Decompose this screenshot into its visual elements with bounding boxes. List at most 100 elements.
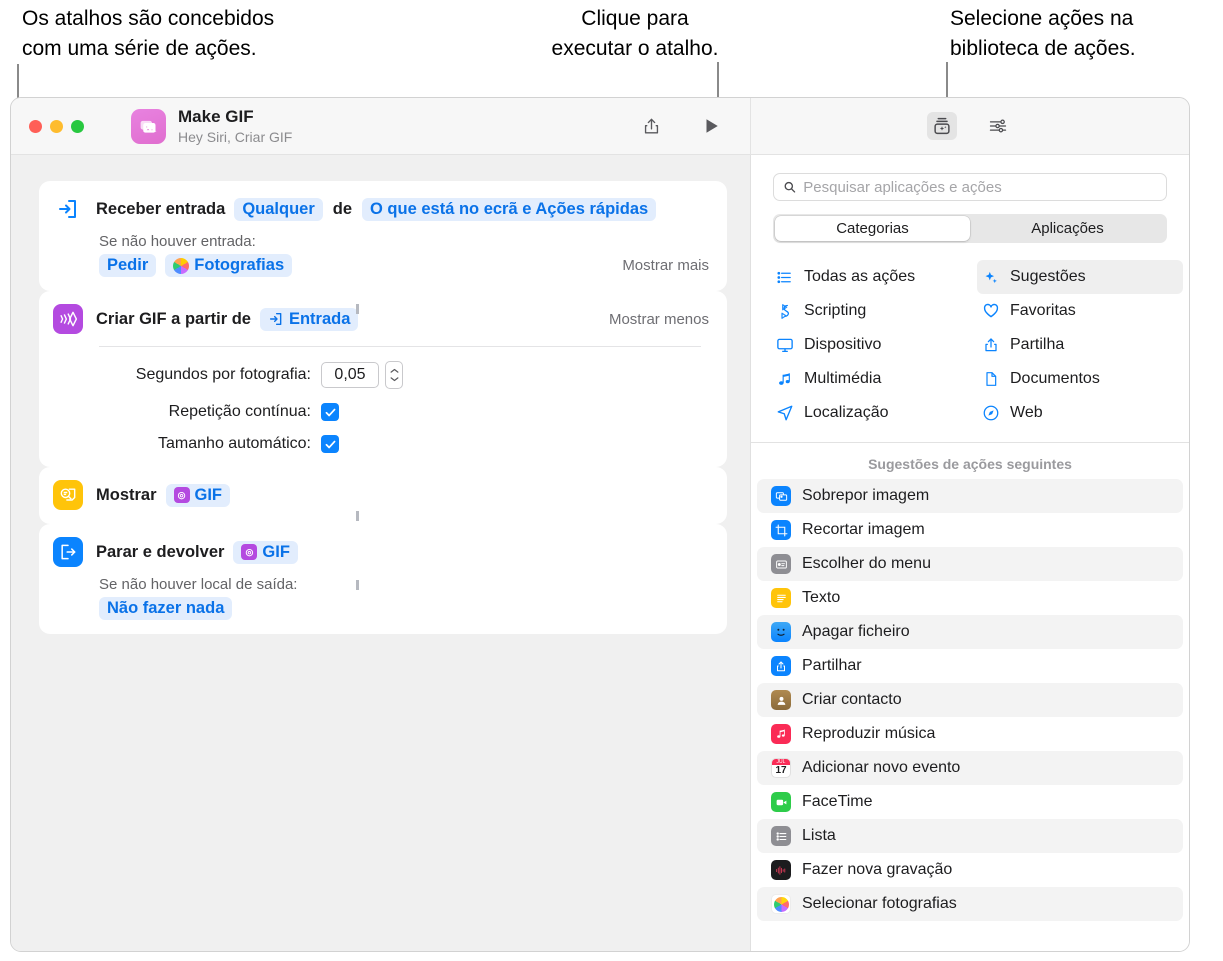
safari-compass-icon — [981, 404, 1000, 422]
window-titlebar: Make GIF Hey Siri, Criar GIF — [11, 98, 1189, 155]
action-card-make-gif[interactable]: Criar GIF a partir de Entrada Mostrar me… — [39, 291, 727, 467]
suggestion-sobrepor-imagem[interactable]: Sobrepor imagem — [757, 479, 1183, 513]
category-partilha[interactable]: Partilha — [977, 328, 1183, 362]
token-photos[interactable]: Fotografias — [165, 254, 292, 277]
suggestion-selecionar-fotografias[interactable]: Selecionar fotografias — [757, 887, 1183, 921]
category-favoritas[interactable]: Favoritas — [977, 294, 1183, 328]
suggestion-facetime[interactable]: FaceTime — [757, 785, 1183, 819]
document-icon — [981, 370, 1000, 388]
action-library-icon[interactable] — [927, 112, 957, 140]
category-label: Web — [1010, 404, 1043, 422]
auto-size-checkbox[interactable] — [321, 435, 339, 453]
token-input[interactable]: Entrada — [260, 308, 358, 331]
category-documentos[interactable]: Documentos — [977, 362, 1183, 396]
suggestion-adicionar-novo-evento[interactable]: JUL 17 Adicionar novo evento — [757, 751, 1183, 785]
token-input-type[interactable]: Qualquer — [234, 198, 322, 221]
field-label: Segundos por fotografia: — [61, 366, 311, 384]
suggestion-fazer-nova-gravacao[interactable]: Fazer nova gravação — [757, 853, 1183, 887]
suggestion-label: Escolher do menu — [802, 555, 931, 573]
library-segmented-control[interactable]: Categorias Aplicações — [773, 214, 1167, 243]
suggestion-label: Adicionar novo evento — [802, 759, 960, 777]
suggestion-recortar-imagem[interactable]: Recortar imagem — [757, 513, 1183, 547]
calendar-day: 17 — [775, 765, 786, 777]
suggestion-texto[interactable]: Texto — [757, 581, 1183, 615]
token-gif[interactable]: ◎ GIF — [166, 484, 231, 507]
gif-variable-icon: ◎ — [241, 544, 257, 560]
category-sugestoes[interactable]: Sugestões — [977, 260, 1183, 294]
token-input-source[interactable]: O que está no ecrã e Ações rápidas — [362, 198, 656, 221]
action-card-stop-and-output[interactable]: Parar e devolver ◎ GIF Se não houver loc… — [39, 524, 727, 634]
crop-image-icon — [771, 520, 791, 540]
callout-shortcuts: Os atalhos são concebidos com uma série … — [22, 4, 274, 64]
titlebar-right — [751, 98, 1189, 154]
suggestion-label: Fazer nova gravação — [802, 861, 952, 879]
category-grid: Todas as ações Sugestões — [751, 260, 1189, 430]
heart-icon — [981, 302, 1000, 320]
tab-aplicacoes[interactable]: Aplicações — [970, 216, 1165, 241]
token-gif-label: GIF — [195, 486, 223, 505]
suggestion-label: Apagar ficheiro — [802, 623, 910, 641]
contacts-icon — [771, 690, 791, 710]
category-todas-as-acoes[interactable]: Todas as ações — [771, 260, 977, 294]
category-localizacao[interactable]: Localização — [771, 396, 977, 430]
action-title: Parar e devolver — [96, 543, 224, 562]
action-card-quick-look[interactable]: Mostrar ◎ GIF — [39, 467, 727, 524]
suggestion-escolher-do-menu[interactable]: Escolher do menu — [757, 547, 1183, 581]
shortcut-icon — [131, 109, 166, 144]
tab-categorias[interactable]: Categorias — [775, 216, 970, 241]
suggestions-header: Sugestões de ações seguintes — [751, 443, 1189, 479]
receive-input-icon — [53, 194, 83, 224]
search-input[interactable] — [803, 179, 1157, 196]
category-dispositivo[interactable]: Dispositivo — [771, 328, 977, 362]
category-web[interactable]: Web — [977, 396, 1183, 430]
callout-run: Clique para executar o atalho. — [530, 4, 740, 64]
shortcut-details-icon[interactable] — [983, 112, 1013, 140]
window-body: Receber entrada Qualquer de O que está n… — [11, 155, 1189, 951]
share-icon — [771, 656, 791, 676]
action-list: Receber entrada Qualquer de O que está n… — [39, 181, 727, 634]
library-top: Categorias Aplicações — [751, 155, 1189, 243]
category-scripting[interactable]: Scripting — [771, 294, 977, 328]
category-multimedia[interactable]: Multimédia — [771, 362, 977, 396]
token-gif[interactable]: ◎ GIF — [233, 541, 298, 564]
location-arrow-icon — [775, 404, 794, 422]
category-label: Sugestões — [1010, 268, 1086, 286]
minimize-button[interactable] — [50, 120, 63, 133]
suggestion-partilhar[interactable]: Partilhar — [757, 649, 1183, 683]
photos-icon — [771, 894, 791, 914]
suggestions-list: Sobrepor imagem Recortar imagem Escolher… — [751, 479, 1189, 921]
page-subtitle: Hey Siri, Criar GIF — [178, 129, 292, 145]
zoom-button[interactable] — [71, 120, 84, 133]
seconds-stepper[interactable] — [385, 361, 403, 389]
loop-forever-checkbox[interactable] — [321, 403, 339, 421]
category-label: Favoritas — [1010, 302, 1076, 320]
share-icon[interactable] — [636, 112, 666, 140]
suggestion-reproduzir-musica[interactable]: Reproduzir música — [757, 717, 1183, 751]
action-header: Mostrar ◎ GIF — [53, 480, 709, 510]
field-loop-forever: Repetição contínua: — [53, 403, 709, 421]
category-label: Scripting — [804, 302, 866, 320]
play-icon[interactable] — [696, 112, 726, 140]
show-more-toggle[interactable]: Mostrar mais — [622, 257, 709, 274]
category-label: Documentos — [1010, 370, 1100, 388]
show-less-toggle[interactable]: Mostrar menos — [609, 311, 709, 328]
overlay-image-icon — [771, 486, 791, 506]
suggestion-criar-contacto[interactable]: Criar contacto — [757, 683, 1183, 717]
close-button[interactable] — [29, 120, 42, 133]
page-title: Make GIF — [178, 107, 292, 127]
sparkles-icon — [981, 269, 1000, 286]
action-card-receive-input[interactable]: Receber entrada Qualquer de O que está n… — [39, 181, 727, 291]
suggestion-apagar-ficheiro[interactable]: Apagar ficheiro — [757, 615, 1183, 649]
action-connector-2 — [356, 511, 359, 521]
titlebar-actions — [636, 112, 750, 140]
suggestion-label: FaceTime — [802, 793, 873, 811]
seconds-input[interactable]: 0,05 — [321, 362, 379, 388]
traffic-lights[interactable] — [29, 120, 84, 133]
token-input-label: Entrada — [289, 310, 350, 329]
search-field[interactable] — [773, 173, 1167, 201]
category-label: Multimédia — [804, 370, 881, 388]
suggestion-lista[interactable]: Lista — [757, 819, 1183, 853]
action-header: Parar e devolver ◎ GIF — [53, 537, 709, 567]
token-do-nothing[interactable]: Não fazer nada — [99, 597, 232, 620]
token-ask[interactable]: Pedir — [99, 254, 156, 277]
